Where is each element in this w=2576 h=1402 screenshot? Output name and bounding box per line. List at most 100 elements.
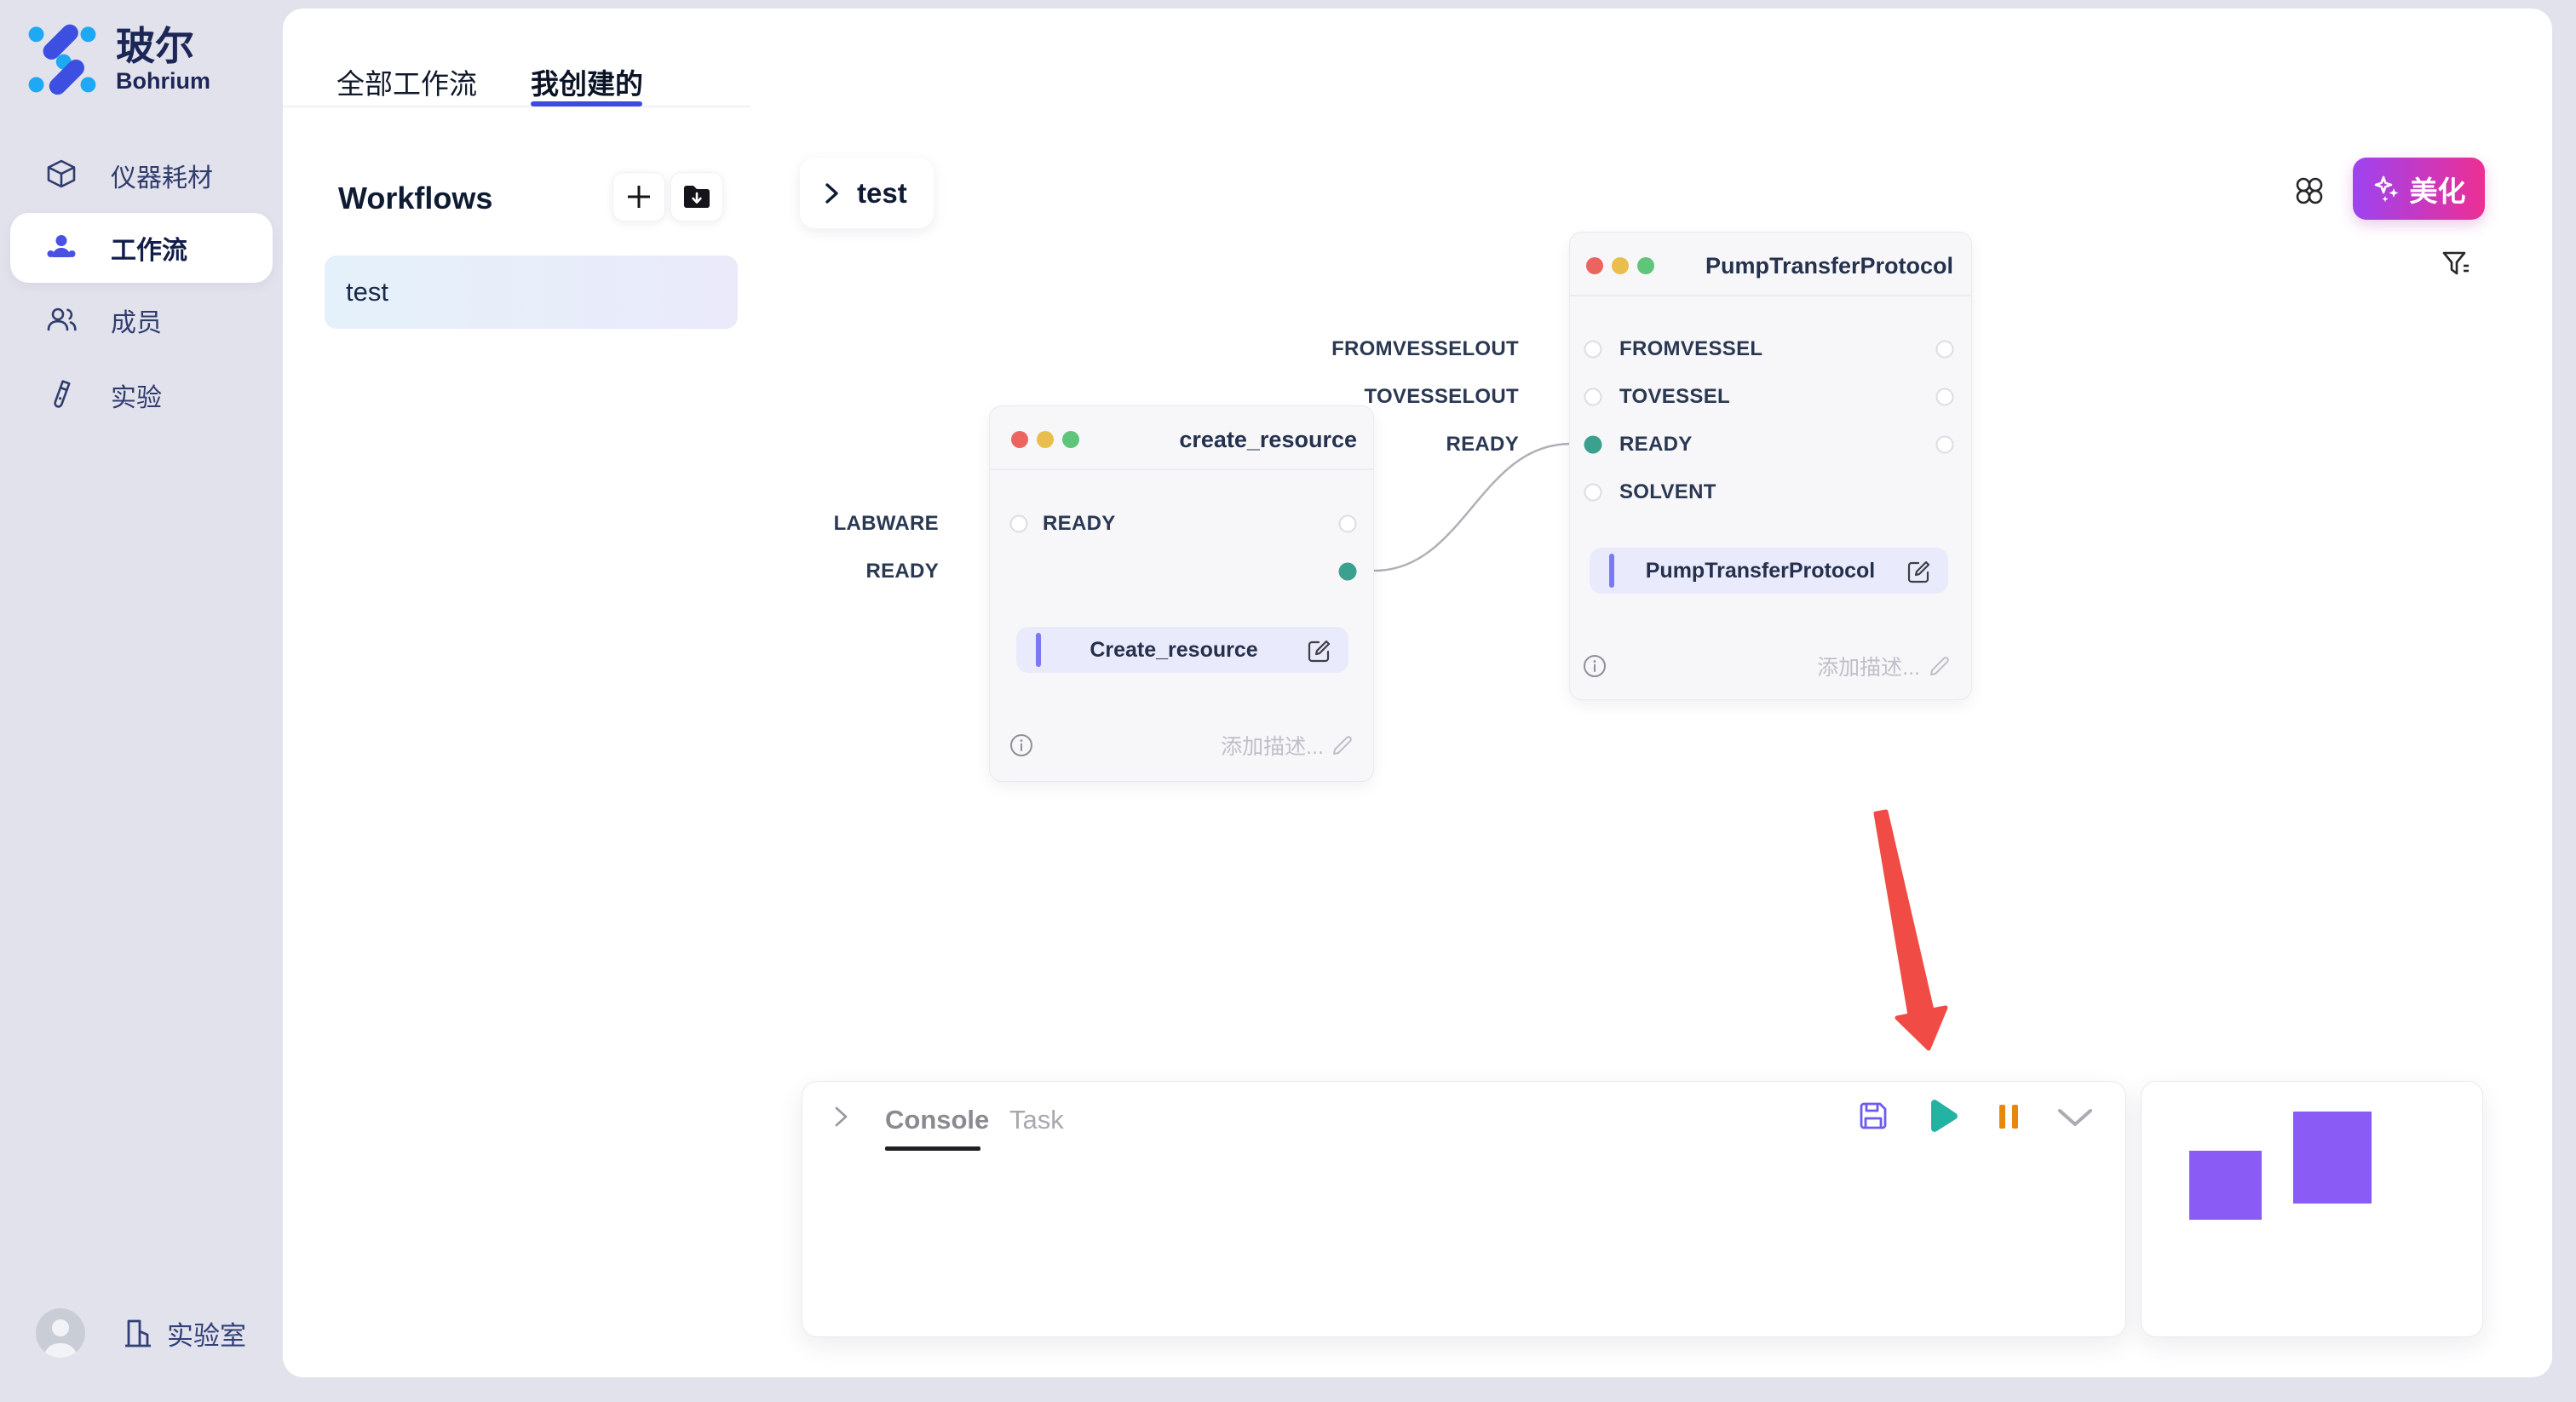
output-port-ready[interactable] xyxy=(1936,436,1954,454)
sidebar: 玻尔 Bohrium 仪器耗材 工作流 xyxy=(0,0,283,1402)
traffic-dot-red xyxy=(1586,257,1603,274)
node-title: PumpTransferProtocol xyxy=(1705,253,1953,279)
workflow-icon xyxy=(43,229,80,267)
workflow-canvas[interactable]: test create_resource READY LABWARE READY… xyxy=(750,106,2552,1377)
tab-all-workflows[interactable]: 全部工作流 xyxy=(336,61,477,102)
input-port-ready[interactable] xyxy=(1584,436,1602,454)
main-content-card: 全部工作流 我创建的 Workflows test xyxy=(283,9,2552,1377)
input-port-ready[interactable] xyxy=(1010,515,1028,533)
breadcrumb[interactable]: test xyxy=(800,158,934,228)
port-label: FROMVESSELOUT xyxy=(1331,337,1519,361)
save-icon[interactable] xyxy=(1858,1100,1889,1131)
building-icon xyxy=(119,1314,157,1352)
filter-icon[interactable] xyxy=(2441,250,2470,279)
node-action[interactable]: Create_resource xyxy=(1016,627,1348,673)
sparkles-icon xyxy=(2372,175,2401,204)
input-port-fromvessel[interactable] xyxy=(1584,341,1602,359)
console-panel: Console Task xyxy=(802,1081,2126,1337)
traffic-dot-green xyxy=(1637,257,1654,274)
command-icon[interactable] xyxy=(2294,175,2325,206)
logo: 玻尔 Bohrium xyxy=(26,22,210,95)
minimap-node xyxy=(2293,1112,2372,1204)
sidebar-item-workflow[interactable]: 工作流 xyxy=(10,213,273,283)
port-label: TOVESSEL xyxy=(1619,385,1730,409)
sidebar-item-experiments[interactable]: 实验 xyxy=(0,358,283,433)
minimap[interactable] xyxy=(2141,1081,2483,1337)
workflow-list-item[interactable]: test xyxy=(325,256,738,329)
pencil-icon[interactable] xyxy=(1928,654,1952,678)
workflows-panel: Workflows test xyxy=(283,106,752,1349)
tab-created-by-me[interactable]: 我创建的 xyxy=(531,61,643,102)
minimap-node xyxy=(2189,1151,2262,1220)
pause-icon[interactable] xyxy=(1995,1103,2022,1130)
node-header[interactable]: create_resource xyxy=(990,406,1373,470)
sidebar-item-label: 仪器耗材 xyxy=(111,157,213,194)
workflows-panel-title: Workflows xyxy=(338,181,492,216)
info-icon[interactable] xyxy=(1583,654,1607,678)
output-port-ready[interactable] xyxy=(1339,563,1357,581)
top-tabbar: 全部工作流 我创建的 xyxy=(283,9,2552,107)
traffic-dot-green xyxy=(1062,431,1079,448)
sidebar-item-label: 工作流 xyxy=(111,229,187,267)
traffic-dot-yellow xyxy=(1037,431,1054,448)
node-create-resource[interactable]: create_resource READY LABWARE READY Crea… xyxy=(989,405,1374,782)
add-workflow-button[interactable] xyxy=(612,172,665,221)
chevron-down-icon[interactable] xyxy=(2056,1107,2094,1128)
plus-icon xyxy=(624,182,653,211)
run-icon[interactable] xyxy=(1925,1098,1959,1134)
sidebar-item-members[interactable]: 成员 xyxy=(0,283,283,358)
action-label: Create_resource xyxy=(1041,638,1307,663)
lab-switcher-label[interactable]: 实验室 xyxy=(167,1314,246,1353)
sidebar-item-label: 实验 xyxy=(111,376,162,414)
action-label: PumpTransferProtocol xyxy=(1614,559,1906,583)
port-label: READY xyxy=(1619,433,1693,457)
node-pump-transfer-protocol[interactable]: PumpTransferProtocol FROMVESSEL FROMVESS… xyxy=(1569,232,1972,700)
bohrium-logo-icon xyxy=(26,22,99,95)
port-label: READY xyxy=(1043,512,1116,536)
person-silhouette-icon xyxy=(36,1308,85,1358)
sidebar-footer: 实验室 xyxy=(36,1308,246,1358)
port-label: LABWARE xyxy=(834,512,939,536)
edit-icon[interactable] xyxy=(1906,558,1932,583)
input-port-solvent[interactable] xyxy=(1584,484,1602,502)
members-icon xyxy=(43,302,80,339)
edit-icon[interactable] xyxy=(1307,637,1332,663)
workflow-name: test xyxy=(346,277,388,307)
port-label: READY xyxy=(1446,433,1519,457)
port-label: READY xyxy=(865,560,939,583)
breadcrumb-label: test xyxy=(857,177,907,210)
import-workflow-button[interactable] xyxy=(670,172,723,221)
description-placeholder[interactable]: 添加描述... xyxy=(1817,651,1920,681)
logo-title: 玻尔 xyxy=(116,24,210,68)
output-port-fromvesselout[interactable] xyxy=(1936,341,1954,359)
node-title: create_resource xyxy=(1179,427,1357,453)
port-label: FROMVESSEL xyxy=(1619,337,1762,361)
edge-create-to-pump[interactable] xyxy=(1374,444,1571,571)
beautify-label: 美化 xyxy=(2410,169,2466,210)
node-header[interactable]: PumpTransferProtocol xyxy=(1570,233,1971,296)
pencil-icon[interactable] xyxy=(1331,733,1354,757)
port-label: SOLVENT xyxy=(1619,480,1716,504)
console-tab-underline xyxy=(885,1146,980,1151)
task-tab[interactable]: Task xyxy=(1009,1105,1064,1135)
folder-download-icon xyxy=(682,184,711,210)
description-placeholder[interactable]: 添加描述... xyxy=(1221,730,1324,761)
chevron-right-icon xyxy=(823,181,842,205)
avatar[interactable] xyxy=(36,1308,85,1358)
input-port-tovessel[interactable] xyxy=(1584,388,1602,406)
traffic-dot-yellow xyxy=(1612,257,1629,274)
sidebar-item-label: 成员 xyxy=(111,302,162,339)
sidebar-item-instruments[interactable]: 仪器耗材 xyxy=(0,138,283,213)
traffic-dot-red xyxy=(1011,431,1028,448)
node-action[interactable]: PumpTransferProtocol xyxy=(1590,548,1948,594)
collapse-chevron-icon[interactable] xyxy=(832,1105,851,1129)
info-icon[interactable] xyxy=(1009,733,1033,757)
output-port-labware[interactable] xyxy=(1339,515,1357,533)
test-tube-icon xyxy=(43,376,80,414)
beautify-button[interactable]: 美化 xyxy=(2353,158,2485,220)
console-tab[interactable]: Console xyxy=(885,1105,989,1135)
output-port-tovesselout[interactable] xyxy=(1936,388,1954,406)
sidebar-menu: 仪器耗材 工作流 成员 xyxy=(0,138,283,433)
logo-subtitle: Bohrium xyxy=(116,68,210,94)
port-label: TOVESSELOUT xyxy=(1364,385,1519,409)
